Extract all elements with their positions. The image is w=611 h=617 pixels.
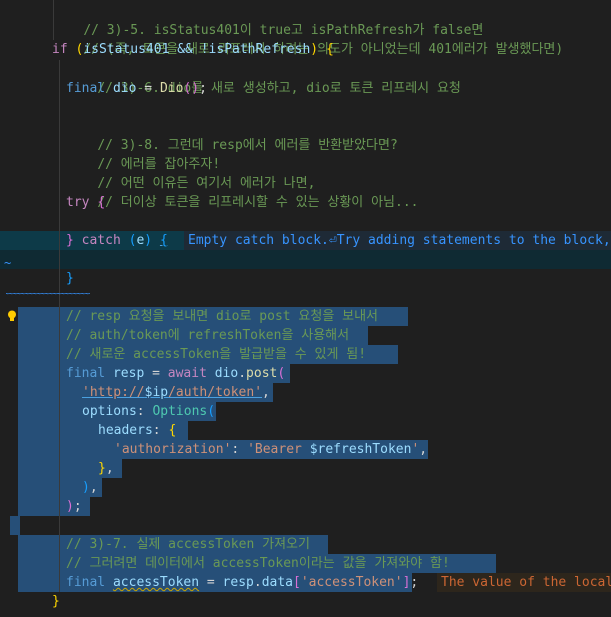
string: 'Bearer <box>247 442 310 457</box>
method-call: post <box>246 366 278 381</box>
code-line: headers: { <box>98 423 177 438</box>
code-line: 'authorization': 'Bearer $refreshToken', <box>114 442 428 457</box>
function-call: Dio <box>159 81 184 96</box>
code-line: // 3)-8. 그런데 resp에서 에러를 반환받았다면? <box>0 117 611 153</box>
code-line: ), <box>82 480 98 495</box>
code-line: // 3)-5. isStatus401이 true고 isPathRefres… <box>0 2 611 38</box>
property: data <box>261 575 293 590</box>
keyword: final <box>66 575 106 590</box>
code-line: } <box>52 594 60 609</box>
code-line: // 새로운 accessToken을 발급받을 수 있게 됨! <box>0 345 611 364</box>
interpolation: $refreshToken <box>309 442 412 457</box>
object: dio <box>214 366 239 381</box>
code-line: 'http://$ip/auth/token', <box>82 385 270 400</box>
code-line: if (isStatus401 && !isPathRefresh) { <box>52 42 334 57</box>
named-param: options <box>82 404 137 419</box>
comment: // 3)-7. 실제 accessToken 가져오기 <box>66 537 310 552</box>
code-line: // 더이상 토큰을 리프레시할 수 있는 상황이 아님... <box>0 174 611 210</box>
interpolation: $ip <box>144 385 169 400</box>
keyword: final <box>66 81 106 96</box>
class-name: Options <box>152 404 208 419</box>
string: 'authorization' <box>114 442 232 457</box>
code-line: }, <box>98 461 114 476</box>
variable: dio <box>112 81 137 96</box>
code-line: // resp 요청을 보내면 dio로 post 요청을 보내서 <box>0 307 611 326</box>
variable: resp <box>112 366 145 381</box>
named-param: headers <box>98 423 153 438</box>
object: resp <box>222 575 254 590</box>
keyword: catch <box>81 233 121 248</box>
comment: // auth/token에 refreshToken을 사용해서 <box>66 328 350 343</box>
keyword: await <box>167 366 207 381</box>
string: 'http:// <box>82 385 145 400</box>
code-line: // auth/token에 refreshToken을 사용해서 <box>0 326 611 345</box>
code-line: // 에러를 잡아주자! <box>0 136 611 172</box>
keyword: if <box>52 42 68 57</box>
code-line: // (즉, 토큰을 새로 리프레시 하려는 의도가 아니었는데 401에러가 … <box>0 21 611 57</box>
code-line: // 3)-6. dio를 새로 생성하고, dio로 토큰 리프레시 요청 <box>0 60 611 96</box>
comment: // 새로운 accessToken을 발급받을 수 있게 됨! <box>66 347 367 362</box>
string: 'accessToken' <box>300 575 403 590</box>
comment: // resp 요청을 보내면 dio로 post 요청을 보내서 <box>66 309 379 324</box>
wavy-marker-icon: ~ <box>4 256 12 270</box>
keyword: final <box>66 366 106 381</box>
comment: // 그러려면 데이터에서 accessToken이라는 값을 가져와야 함! <box>66 556 450 571</box>
diagnostic-hint[interactable]: Empty catch block.⏎Try adding statements… <box>184 231 611 250</box>
selection <box>10 516 20 535</box>
diagnostic-warning[interactable]: The value of the local <box>437 573 611 592</box>
code-line: // 3)-7. 실제 accessToken 가져오기 <box>0 535 611 554</box>
code-line: ); <box>66 499 82 514</box>
condition: isStatus401 && !isPathRefresh <box>83 42 311 57</box>
code-line: try { <box>66 195 106 210</box>
code-line: } <box>66 271 74 286</box>
code-line: // 그러려면 데이터에서 accessToken이라는 값을 가져와야 함! <box>0 554 611 573</box>
code-line: options: Options( <box>82 404 216 419</box>
code-editor[interactable]: ~ ﹏﹏﹏﹏﹏﹏﹏ // 3)-5. isStatus401이 true고 is… <box>0 0 611 617</box>
variable: accessToken <box>112 575 200 590</box>
code-line: // 어떤 이유든 여기서 에러가 나면, <box>0 155 611 191</box>
keyword: try <box>66 195 90 210</box>
string: /auth/token' <box>168 385 263 400</box>
code-line: final dio = Dio(); <box>66 81 207 96</box>
code-line: final resp = await dio.post( <box>66 366 286 381</box>
line-highlight <box>0 250 611 269</box>
